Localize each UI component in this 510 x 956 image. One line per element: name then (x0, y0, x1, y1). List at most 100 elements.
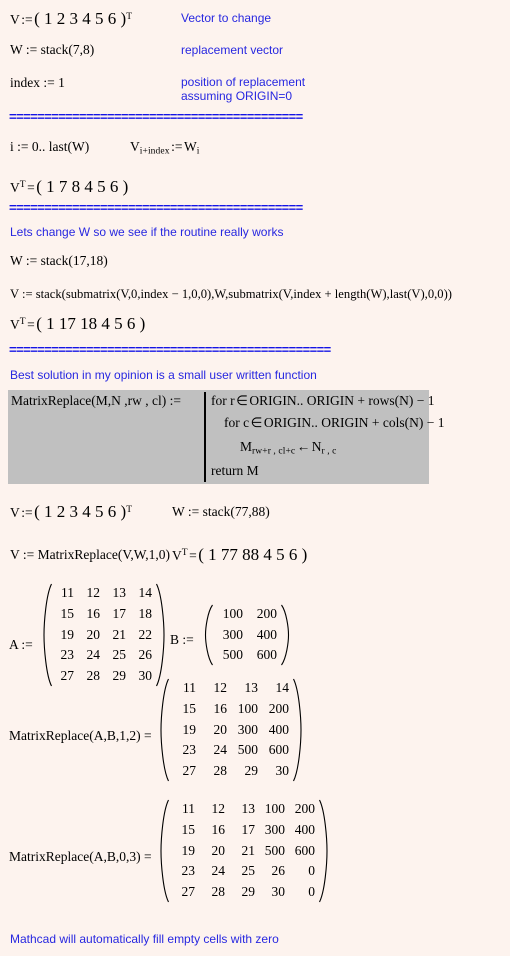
definition-w-second[interactable]: W := stack(17,18) (10, 254, 108, 268)
matrix-cell: 27 (182, 763, 197, 779)
program-vertical-bar (204, 392, 206, 482)
definition-v-matrixreplace[interactable]: V := MatrixReplace(V,W,1,0) (10, 548, 170, 562)
matrix-cell: 28 (86, 668, 101, 684)
v-base: V (130, 139, 140, 154)
m-subscript: rw+r , cl+c (252, 446, 296, 457)
range-r: ORIGIN.. ORIGIN + rows(N) − 1 (249, 393, 435, 408)
assign-operator: := (171, 139, 183, 154)
matrix-cell: 27 (60, 668, 75, 684)
matrix-result1-cells: 11 12 13 14 15 16 100 200 19 20 300 400 23 24 500 600 27… (169, 678, 293, 782)
matrix-a-cells: 11 12 13 14 15 16 17 18 19 20 21 22 23 24 25 26 27 28 29 30 (52, 583, 156, 687)
matrix-cell: 26 (138, 647, 153, 663)
transpose-superscript: T (181, 548, 188, 559)
matrix-cell: 20 (86, 626, 101, 642)
matrix-cell: 200 (256, 606, 277, 621)
matrix-cell: 21 (112, 626, 127, 642)
bracket-left-icon (204, 604, 213, 666)
function-definition-box[interactable]: MatrixReplace(M,N ,rw , cl) := for r ∈ ORI… (8, 390, 444, 484)
result1-label: MatrixReplace(A,B,1,2) = (9, 728, 152, 743)
matrix-cell: 16 (86, 605, 101, 621)
matrix-cell: 12 (86, 585, 101, 600)
annotation-best-solution: Best solution in my opinion is a small u… (10, 368, 317, 382)
matrix-cell: 19 (181, 842, 196, 858)
matrix-result2: 11 12 13 100 200 15 16 17 300 400 19 20 21 500 600 23 24… (160, 799, 328, 903)
matrix-cell: 23 (60, 647, 75, 663)
definition-v-stack-expression[interactable]: V := stack(submatrix(V,0,index − 1,0,0),… (10, 288, 452, 301)
vt-label: V (10, 317, 20, 332)
matrix-cell: 17 (112, 605, 127, 621)
matrix-cell: 500 (237, 742, 258, 758)
matrix-cell: 19 (182, 721, 197, 737)
vt-values: ( 1 7 8 4 5 6 ) (36, 177, 129, 196)
matrix-cell: 16 (213, 700, 228, 716)
vt-values: ( 1 17 18 4 5 6 ) (36, 314, 146, 333)
matrix-cell: 400 (294, 821, 315, 837)
element-of-icon: ∈ (250, 415, 263, 430)
matrix-result1: 11 12 13 14 15 16 100 200 19 20 300 400 23 24 500 600 27… (160, 678, 302, 782)
matrix-cell: 23 (182, 742, 197, 758)
matrix-cell: 11 (182, 801, 195, 816)
matrix-cell: 20 (213, 721, 228, 737)
w-subscript: i (196, 146, 200, 157)
n-subscript: r , c (321, 446, 337, 457)
separator-1: ========================================… (9, 109, 303, 124)
matrix-cell: 300 (237, 721, 258, 737)
matrix-cell: 13 (244, 680, 259, 695)
matrix-cell: 30 (275, 763, 290, 779)
result-vt-2: VT =( 1 17 18 4 5 6 ) (10, 315, 145, 332)
range-c: ORIGIN.. ORIGIN + cols(N) − 1 (263, 415, 445, 430)
assign-operator: := (21, 505, 33, 520)
matrix-cell: 25 (112, 647, 127, 663)
matrix-cell: 12 (211, 801, 226, 816)
matrix-cell: 28 (213, 763, 228, 779)
separator-2: ========================================… (9, 200, 303, 215)
matrix-cell: 19 (60, 626, 75, 642)
transpose-superscript: T (19, 180, 26, 191)
v-row-values: ( 1 2 3 4 5 6 ) (34, 502, 127, 521)
definition-index[interactable]: index := 1 (10, 76, 65, 90)
annotation-position-line1: position of replacement (181, 75, 306, 89)
definition-w-third[interactable]: W := stack(77,88) (172, 505, 270, 519)
v-row-values: ( 1 2 3 4 5 6 ) (34, 9, 127, 28)
function-line-assignment: Mrw+r , cl+c ← Nr , c (240, 440, 336, 457)
matrix-result2-cells: 11 12 13 100 200 15 16 17 300 400 19 20 21 500 600 23 24… (169, 799, 319, 903)
equals-operator: = (189, 548, 197, 563)
matrix-cell: 18 (138, 605, 153, 621)
v-subscript: i+index (139, 146, 170, 157)
equals-operator: = (27, 317, 35, 332)
w-base: W (183, 139, 197, 154)
matrix-cell: 14 (138, 585, 153, 600)
v-label: V (10, 505, 20, 520)
definition-v-subscript-assign[interactable]: Vi+index:= Wi (130, 140, 199, 157)
result-vt-1: VT =( 1 7 8 4 5 6 ) (10, 178, 128, 195)
definition-v-initial[interactable]: V:=( 1 2 3 4 5 6 )T (10, 10, 132, 27)
equals-operator: = (27, 180, 35, 195)
transpose-superscript: T (19, 317, 26, 328)
matrix-cell: 25 (241, 863, 256, 879)
bracket-left-icon (160, 799, 169, 903)
left-arrow-icon: ← (296, 439, 311, 454)
function-line-for-c: for c ∈ ORIGIN.. ORIGIN + cols(N) − 1 (224, 416, 444, 430)
bracket-right-icon (293, 678, 302, 782)
matrix-cell: 21 (241, 842, 256, 858)
vt-values: ( 1 77 88 4 5 6 ) (198, 545, 308, 564)
vt-label: V (10, 180, 20, 195)
definition-v-third[interactable]: V:=( 1 2 3 4 5 6 )T (10, 503, 132, 520)
matrix-cell: 27 (181, 884, 196, 900)
definition-i-range[interactable]: i := 0.. last(W) (10, 140, 89, 154)
matrix-cell: 600 (294, 842, 315, 858)
matrix-cell: 28 (211, 884, 226, 900)
matrix-cell: 17 (241, 821, 256, 837)
matrix-cell: 23 (181, 863, 196, 879)
matrix-cell: 29 (244, 763, 259, 779)
result-vt-3: VT =( 1 77 88 4 5 6 ) (172, 546, 307, 563)
element-of-icon: ∈ (236, 393, 248, 408)
annotation-lets-change-w: Lets change W so we see if the routine r… (10, 225, 284, 239)
transpose-superscript: T (126, 12, 133, 23)
matrix-cell: 11 (61, 585, 74, 600)
vt-label: V (172, 548, 182, 563)
definition-w-initial[interactable]: W := stack(7,8) (10, 43, 94, 57)
matrix-cell: 14 (275, 680, 290, 695)
matrix-cell: 29 (241, 884, 256, 900)
bracket-left-icon (43, 583, 52, 687)
